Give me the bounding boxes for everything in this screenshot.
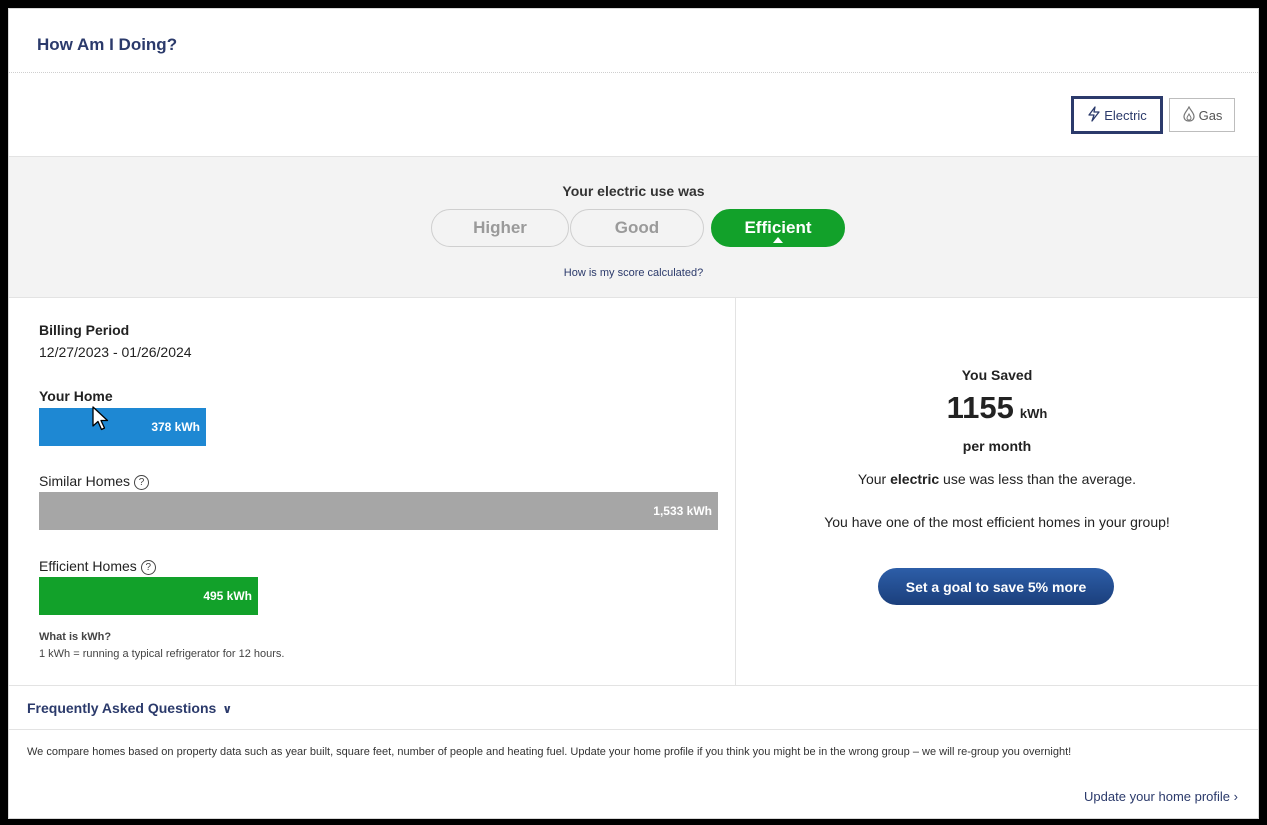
score-section: Your electric use was Higher Good Effici… [9, 157, 1258, 298]
savings-message-prefix: Your [857, 471, 891, 487]
flame-icon [1182, 105, 1196, 125]
kwh-question: What is kWh? [39, 631, 112, 643]
chevron-right-icon: › [1233, 789, 1238, 804]
savings-message-fuel: electric [890, 471, 940, 487]
savings-number: 1155 [946, 390, 1014, 425]
savings-title: You Saved [961, 367, 1033, 383]
similar-homes-label-text: Similar Homes [39, 473, 131, 489]
similar-homes-bar: 1,533 kWh [39, 492, 718, 530]
savings-period: per month [962, 438, 1032, 454]
chevron-down-icon: ∨ [222, 702, 233, 716]
savings-panel: You Saved 1155 kWh per month Your electri… [736, 298, 1258, 685]
savings-message: Your electric use was less than the aver… [736, 471, 1258, 487]
savings-unit: kWh [1019, 406, 1048, 421]
your-home-value: 378 kWh [151, 420, 200, 434]
update-home-profile-link[interactable]: Update your home profile › [1084, 789, 1238, 804]
faq-toggle-row: Frequently Asked Questions ∨ [9, 685, 1258, 730]
your-home-bar: 378 kWh [39, 408, 206, 446]
how-am-i-doing-card: How Am I Doing? Electric Gas Your electr… [8, 8, 1259, 819]
mouse-cursor-icon [92, 406, 109, 431]
lightning-bolt-icon [1087, 105, 1101, 125]
help-icon[interactable]: ? [140, 560, 156, 575]
page-title: How Am I Doing? [37, 35, 178, 54]
help-icon[interactable]: ? [134, 475, 150, 490]
score-level-good: Good [570, 209, 704, 247]
similar-homes-value: 1,533 kWh [653, 504, 712, 518]
faq-text: We compare homes based on property data … [27, 746, 1072, 758]
score-calculation-link[interactable]: How is my score calculated? [9, 267, 1258, 279]
card-header: How Am I Doing? [9, 9, 1258, 73]
score-level-efficient-label: Efficient [744, 218, 812, 237]
update-home-profile-label: Update your home profile [1084, 789, 1231, 804]
faq-title: Frequently Asked Questions [27, 700, 217, 716]
efficiency-message: You have one of the most efficient homes… [824, 514, 1170, 530]
similar-homes-label: Similar Homes? [39, 473, 150, 490]
score-title: Your electric use was [562, 183, 705, 199]
your-home-label: Your Home [39, 388, 113, 404]
electric-label: Electric [1104, 107, 1147, 123]
billing-period-dates: 12/27/2023 - 01/26/2024 [39, 344, 192, 360]
savings-value: 1155 kWh [736, 390, 1258, 426]
kwh-answer: 1 kWh = running a typical refrigerator f… [39, 648, 285, 660]
set-goal-button[interactable]: Set a goal to save 5% more [878, 568, 1114, 605]
efficient-homes-label: Efficient Homes? [39, 558, 156, 575]
efficient-homes-label-text: Efficient Homes [39, 558, 137, 574]
faq-toggle[interactable]: Frequently Asked Questions ∨ [27, 700, 232, 716]
gas-button[interactable]: Gas [1169, 98, 1235, 132]
electric-button[interactable]: Electric [1073, 98, 1161, 132]
fuel-toggle-row: Electric Gas [9, 73, 1258, 157]
score-level-efficient: Efficient [711, 209, 845, 247]
usage-comparison-panel: Billing Period 12/27/2023 - 01/26/2024 Y… [9, 298, 736, 685]
savings-message-suffix: use was less than the average. [939, 471, 1137, 487]
efficient-homes-bar: 495 kWh [39, 577, 258, 615]
billing-period-label: Billing Period [39, 322, 130, 338]
selected-caret-icon [773, 237, 783, 243]
score-level-higher: Higher [431, 209, 569, 247]
gas-label: Gas [1198, 107, 1223, 123]
efficient-homes-value: 495 kWh [203, 589, 252, 603]
